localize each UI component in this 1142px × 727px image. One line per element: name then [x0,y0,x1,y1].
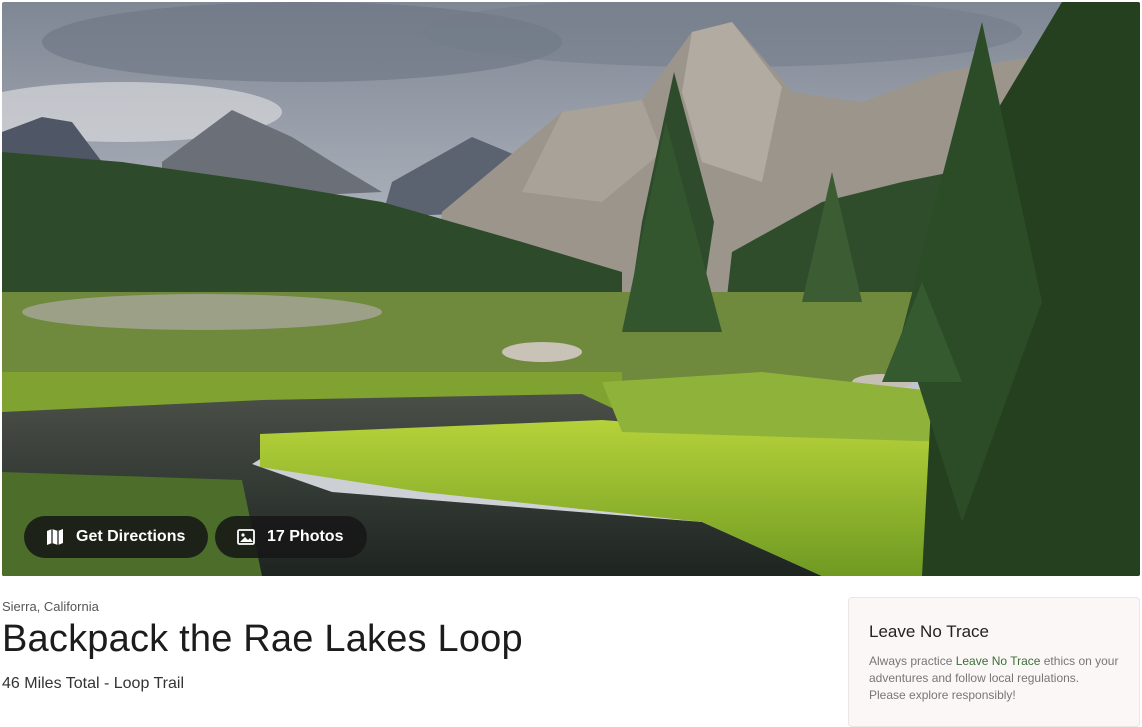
trail-summary: 46 Miles Total - Loop Trail [2,675,185,692]
image-icon [237,528,255,546]
trail-location: Sierra, California [2,599,99,614]
photos-label: 17 Photos [267,528,344,545]
get-directions-label: Get Directions [76,528,186,545]
photos-button[interactable]: 17 Photos [215,516,367,558]
leave-no-trace-link[interactable]: Leave No Trace [956,654,1041,668]
landscape-photo [2,2,1140,576]
get-directions-button[interactable]: Get Directions [24,516,208,558]
card-body: Always practice Leave No Trace ethics on… [869,653,1119,704]
page-title: Backpack the Rae Lakes Loop [2,618,523,660]
map-icon [46,528,64,546]
leave-no-trace-card: Leave No Trace Always practice Leave No … [848,597,1140,727]
hero-image: Get Directions 17 Photos [2,2,1140,576]
card-body-intro: Always practice [869,654,956,668]
card-title: Leave No Trace [869,622,990,641]
